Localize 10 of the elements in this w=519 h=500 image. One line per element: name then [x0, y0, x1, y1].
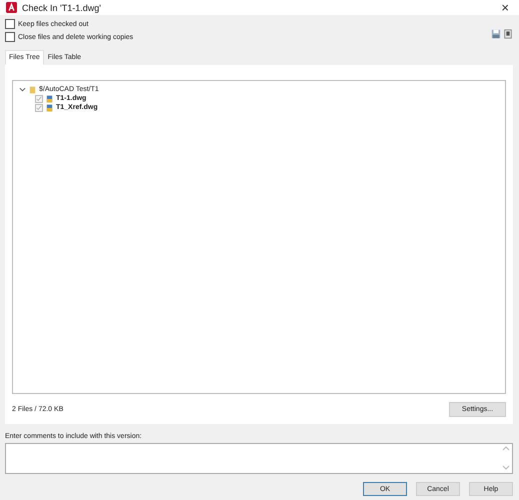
save-icon[interactable]	[491, 29, 501, 39]
window-title: Check In 'T1-1.dwg'	[22, 2, 101, 12]
note-icon[interactable]	[503, 29, 513, 39]
checkbox[interactable]	[5, 19, 15, 29]
comments-field[interactable]	[5, 443, 513, 474]
chevron-icon[interactable]	[19, 86, 26, 93]
close-button[interactable]: ×	[497, 0, 513, 15]
folder-icon	[29, 86, 36, 94]
checkbox[interactable]	[5, 32, 15, 42]
scrollbar-icon	[502, 445, 510, 471]
